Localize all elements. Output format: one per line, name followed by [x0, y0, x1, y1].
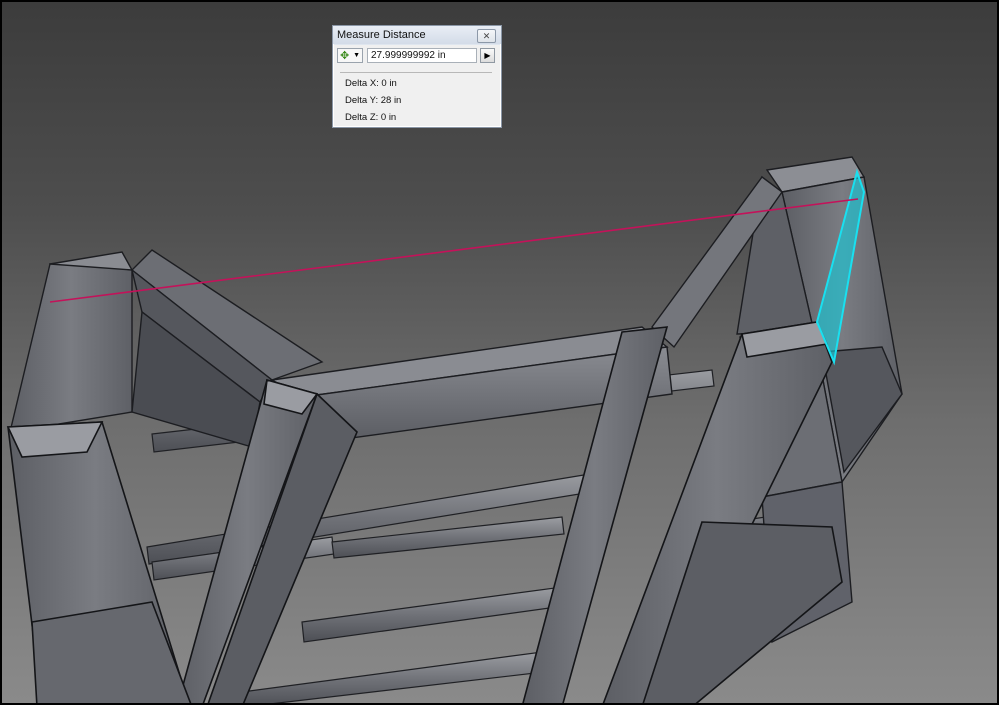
delta-z-label: Delta Z: 0 in: [345, 112, 397, 123]
delta-x-label: Delta X: 0 in: [345, 78, 397, 89]
delta-y-label: Delta Y: 28 in: [345, 95, 402, 106]
chevron-down-icon: ▼: [353, 52, 360, 59]
dialog-titlebar[interactable]: Measure Distance ✕: [333, 26, 501, 44]
dialog-title: Measure Distance: [337, 29, 426, 41]
close-icon[interactable]: ✕: [477, 29, 496, 43]
dialog-body: ✥ ▼ 27.999999992 in ▶ Delta X: 0 in Delt…: [334, 45, 500, 126]
measure-distance-dialog[interactable]: Measure Distance ✕ ✥ ▼ 27.999999992 in ▶…: [332, 25, 502, 128]
options-arrow-button[interactable]: ▶: [480, 48, 495, 63]
selection-tool-dropdown[interactable]: ✥ ▼: [337, 48, 363, 63]
measure-select-icon: ✥: [340, 50, 350, 62]
distance-value-field[interactable]: 27.999999992 in: [367, 48, 477, 63]
dialog-separator: [340, 72, 492, 73]
frame-top-beam: [269, 176, 783, 443]
graphics-viewport[interactable]: Measure Distance ✕ ✥ ▼ 27.999999992 in ▶…: [0, 0, 999, 705]
